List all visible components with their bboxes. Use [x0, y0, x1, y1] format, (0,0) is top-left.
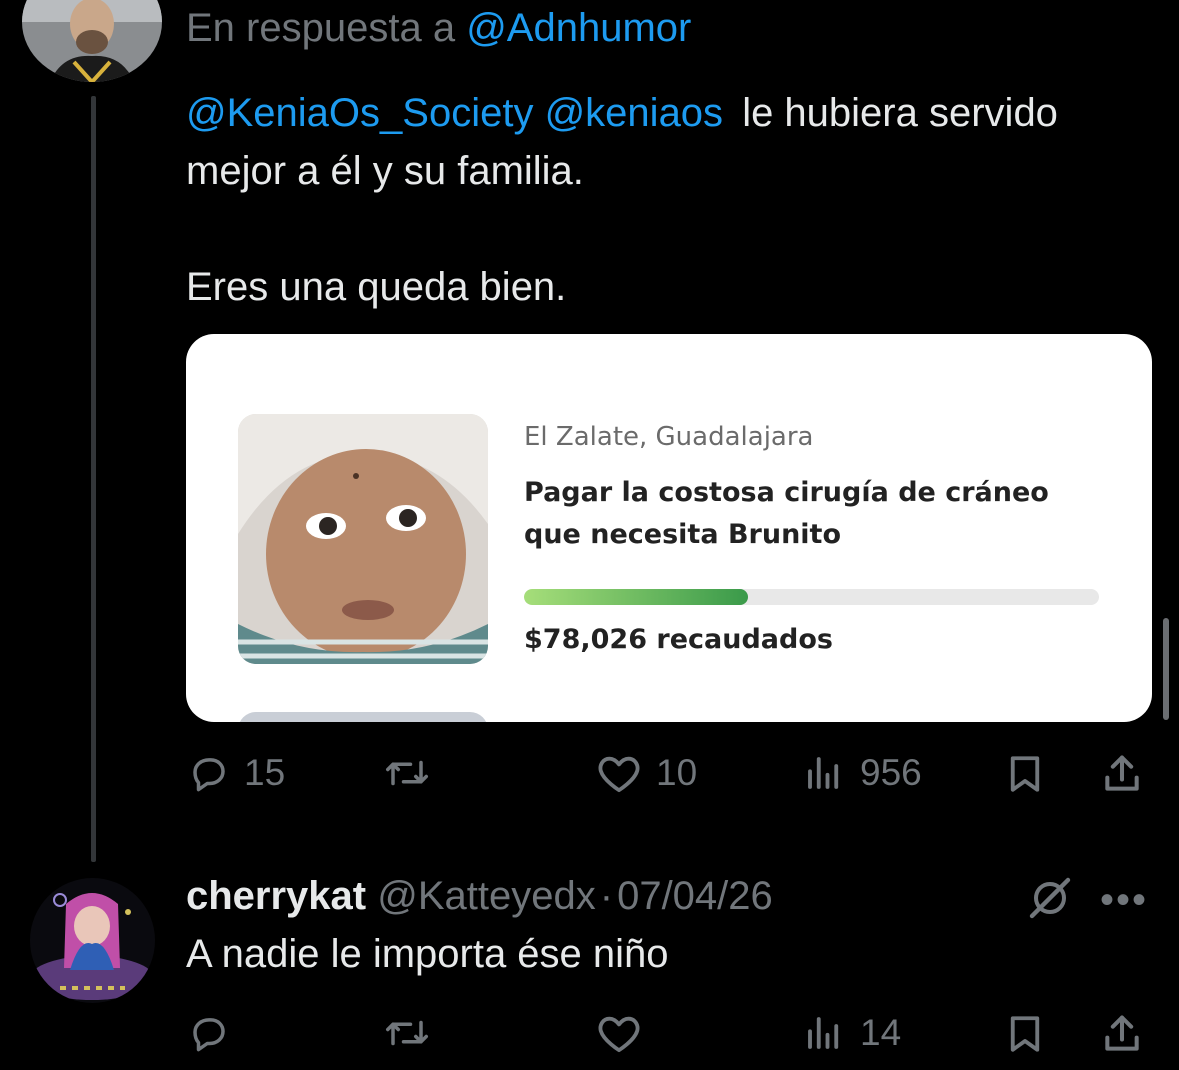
tweet-text-line: Eres una queda bien. [186, 265, 567, 309]
tweet-header: cherrykat @Katteyedx · 07/04/26 [186, 874, 773, 919]
share-button[interactable] [1100, 1012, 1144, 1056]
avatar-photo [22, 0, 162, 82]
grok-icon [1029, 877, 1071, 919]
reply-button[interactable] [188, 1012, 230, 1054]
mention-link[interactable]: @keniaos [545, 91, 723, 135]
tweet-text: A nadie le importa ése niño [186, 932, 669, 976]
reply-context: En respuesta a @Adnhumor [186, 6, 691, 51]
scrollbar[interactable] [1163, 618, 1169, 720]
campaign-title: Pagar la costosa cirugía de cráneo que n… [524, 477, 1049, 550]
retweet-button[interactable] [384, 1012, 430, 1054]
reply-prefix: En respuesta a [186, 6, 467, 50]
mention-link[interactable]: @KeniaOs_Society [186, 91, 533, 135]
like-button[interactable] [596, 1012, 642, 1054]
progress-fill [524, 589, 749, 605]
fundraising-progress-bar [524, 589, 1099, 605]
bar-chart-icon [808, 757, 839, 789]
reply-count: 15 [244, 752, 286, 793]
user-handle[interactable]: @Katteyedx [377, 874, 596, 918]
bookmark-icon [1010, 1016, 1040, 1052]
heart-icon [598, 756, 640, 793]
like-button[interactable]: 10 [596, 752, 697, 794]
amount-raised: $78,026 recaudados [524, 624, 833, 655]
reply-handle-link[interactable]: @Adnhumor [466, 6, 691, 50]
retweet-icon [386, 1020, 428, 1046]
user-avatar[interactable] [22, 0, 162, 82]
user-avatar[interactable] [30, 878, 155, 1003]
bookmark-button[interactable] [1004, 1012, 1046, 1056]
bookmark-icon [1010, 756, 1040, 792]
more-dots-icon[interactable]: ••• [1100, 878, 1148, 923]
like-count: 10 [656, 752, 698, 793]
thread-line [91, 96, 96, 862]
view-count: 956 [860, 752, 922, 793]
media-card[interactable]: El Zalate, Guadalajara Pagar la costosa … [186, 334, 1152, 722]
tweet-text-segment: le hubiera servido [742, 91, 1058, 135]
grok-button[interactable] [1026, 876, 1074, 925]
bar-chart-icon [808, 1017, 839, 1049]
speech-bubble-icon [193, 1018, 225, 1052]
baby-photo [238, 414, 488, 664]
tweet-date[interactable]: 07/04/26 [617, 874, 773, 918]
campaign-location: El Zalate, Guadalajara [524, 422, 814, 452]
views-button[interactable]: 14 [802, 1012, 901, 1054]
speech-bubble-icon [193, 758, 225, 792]
reply-button[interactable]: 15 [188, 752, 285, 794]
tweet-text-line: mejor a él y su familia. [186, 149, 584, 193]
heart-icon [598, 1016, 640, 1053]
bookmark-button[interactable] [1004, 752, 1046, 796]
separator-dot: · [599, 874, 614, 918]
views-button[interactable]: 956 [802, 752, 922, 794]
retweet-icon [386, 760, 428, 786]
share-button[interactable] [1100, 752, 1144, 796]
share-icon [1105, 1015, 1139, 1051]
avatar-illustration [30, 878, 155, 1003]
share-icon [1105, 755, 1139, 791]
next-item-peek [238, 712, 488, 722]
display-name[interactable]: cherrykat [186, 874, 366, 918]
view-count: 14 [860, 1012, 902, 1053]
retweet-button[interactable] [384, 752, 430, 794]
tweet-text: @KeniaOs_Society @keniaos le hubiera ser… [186, 84, 1161, 316]
